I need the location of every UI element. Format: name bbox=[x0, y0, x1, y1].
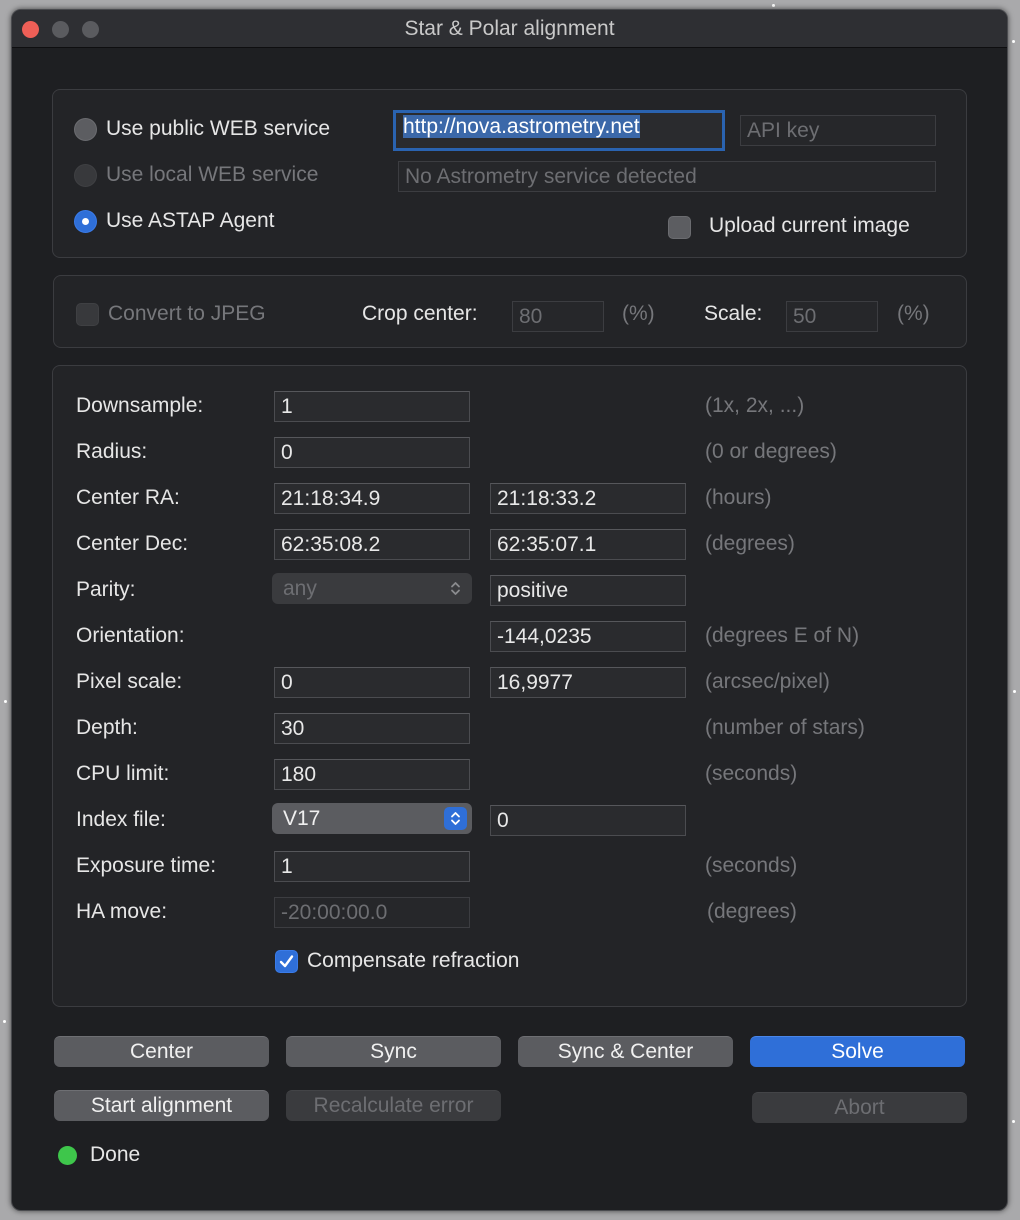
index-file-result[interactable]: 0 bbox=[490, 805, 686, 836]
index-file-select-value: V17 bbox=[283, 807, 321, 830]
star-polar-alignment-window: Star & Polar alignment Use public WEB se… bbox=[11, 9, 1008, 1211]
local-web-service-label: Use local WEB service bbox=[106, 163, 319, 186]
title-bar: Star & Polar alignment bbox=[12, 10, 1007, 48]
exposure-time-hint: (seconds) bbox=[705, 854, 798, 877]
start-alignment-button[interactable]: Start alignment bbox=[54, 1090, 269, 1121]
crop-center-label: Crop center: bbox=[362, 302, 478, 325]
compensate-refraction-label: Compensate refraction bbox=[307, 949, 520, 972]
scale-unit: (%) bbox=[897, 302, 930, 325]
solve-button[interactable]: Solve bbox=[750, 1036, 965, 1067]
pixel-scale-label: Pixel scale: bbox=[76, 670, 183, 693]
public-web-service-radio[interactable] bbox=[74, 118, 97, 141]
index-file-select[interactable]: V17 bbox=[272, 803, 472, 834]
center-ra-input[interactable]: 21:18:34.9 bbox=[274, 483, 470, 514]
sync-button[interactable]: Sync bbox=[286, 1036, 501, 1067]
depth-input[interactable]: 30 bbox=[274, 713, 470, 744]
depth-label: Depth: bbox=[76, 716, 138, 739]
downsample-label: Downsample: bbox=[76, 394, 204, 417]
radius-hint: (0 or degrees) bbox=[705, 440, 837, 463]
cpu-limit-hint: (seconds) bbox=[705, 762, 798, 785]
index-file-label: Index file: bbox=[76, 808, 166, 831]
center-ra-hint: (hours) bbox=[705, 486, 772, 509]
local-service-status-field: No Astrometry service detected bbox=[398, 161, 936, 192]
scale-label: Scale: bbox=[704, 302, 763, 325]
center-dec-hint: (degrees) bbox=[705, 532, 795, 555]
chevron-up-down-icon bbox=[444, 807, 467, 830]
downsample-input[interactable]: 1 bbox=[274, 391, 470, 422]
pixel-scale-result: 16,9977 bbox=[490, 667, 686, 698]
upload-current-image-checkbox[interactable] bbox=[668, 216, 691, 239]
orientation-label: Orientation: bbox=[76, 624, 185, 647]
radius-label: Radius: bbox=[76, 440, 148, 463]
radius-input[interactable]: 0 bbox=[274, 437, 470, 468]
exposure-time-label: Exposure time: bbox=[76, 854, 217, 877]
jpeg-options-panel: Convert to JPEG Crop center: 80 (%) Scal… bbox=[53, 275, 967, 348]
parity-result: positive bbox=[490, 575, 686, 606]
downsample-hint: (1x, 2x, ...) bbox=[705, 394, 805, 417]
local-web-service-radio bbox=[74, 164, 97, 187]
checkmark-icon bbox=[279, 955, 294, 968]
center-ra-label: Center RA: bbox=[76, 486, 180, 509]
cpu-limit-label: CPU limit: bbox=[76, 762, 170, 785]
exposure-time-input[interactable]: 1 bbox=[274, 851, 470, 882]
chevron-up-down-icon bbox=[444, 577, 467, 600]
recalculate-error-button: Recalculate error bbox=[286, 1090, 501, 1121]
ha-move-hint: (degrees) bbox=[707, 900, 797, 923]
parity-label: Parity: bbox=[76, 578, 136, 601]
crop-center-input: 80 bbox=[512, 301, 604, 332]
convert-to-jpeg-checkbox bbox=[76, 303, 99, 326]
orientation-result: -144,0235 bbox=[490, 621, 686, 652]
crop-center-unit: (%) bbox=[622, 302, 655, 325]
center-ra-result: 21:18:33.2 bbox=[490, 483, 686, 514]
astap-agent-label: Use ASTAP Agent bbox=[106, 209, 275, 232]
service-url-input[interactable]: http://nova.astrometry.net bbox=[393, 110, 725, 151]
depth-hint: (number of stars) bbox=[705, 716, 865, 739]
orientation-hint: (degrees E of N) bbox=[705, 624, 860, 647]
compensate-refraction-checkbox[interactable] bbox=[275, 950, 298, 973]
pixel-scale-hint: (arcsec/pixel) bbox=[705, 670, 830, 693]
center-dec-label: Center Dec: bbox=[76, 532, 189, 555]
cpu-limit-input[interactable]: 180 bbox=[274, 759, 470, 790]
center-button[interactable]: Center bbox=[54, 1036, 269, 1067]
status-text: Done bbox=[90, 1143, 141, 1166]
solver-parameters-panel: Downsample: 1 (1x, 2x, ...) Radius: 0 (0… bbox=[52, 365, 967, 1007]
sync-and-center-button[interactable]: Sync & Center bbox=[518, 1036, 733, 1067]
api-key-input[interactable]: API key bbox=[740, 115, 936, 146]
ha-move-label: HA move: bbox=[76, 900, 168, 923]
abort-button: Abort bbox=[752, 1092, 967, 1123]
service-panel: Use public WEB service Use local WEB ser… bbox=[52, 89, 967, 258]
pixel-scale-input[interactable]: 0 bbox=[274, 667, 470, 698]
ha-move-input: -20:00:00.0 bbox=[274, 897, 470, 928]
parity-select: any bbox=[272, 573, 472, 604]
center-dec-result: 62:35:07.1 bbox=[490, 529, 686, 560]
public-web-service-label: Use public WEB service bbox=[106, 117, 331, 140]
astap-agent-radio[interactable] bbox=[74, 210, 97, 233]
status-indicator-icon bbox=[58, 1146, 77, 1165]
parity-select-value: any bbox=[283, 577, 317, 600]
convert-to-jpeg-label: Convert to JPEG bbox=[108, 302, 266, 325]
window-title: Star & Polar alignment bbox=[404, 17, 615, 40]
scale-input: 50 bbox=[786, 301, 878, 332]
upload-current-image-label: Upload current image bbox=[709, 214, 910, 237]
center-dec-input[interactable]: 62:35:08.2 bbox=[274, 529, 470, 560]
